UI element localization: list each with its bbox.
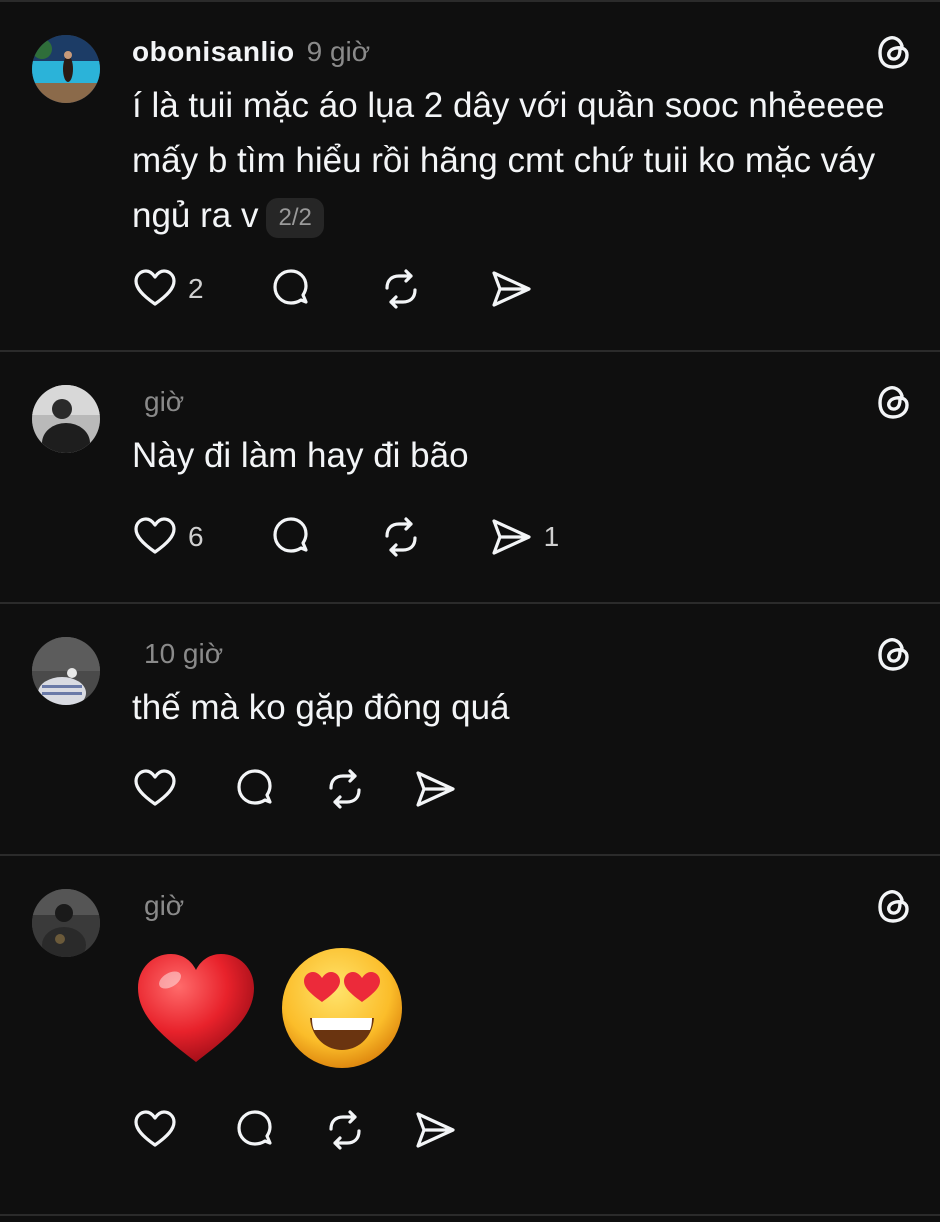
- comment-feed: obonisanlio 9 giờ í là tuii mặc áo lụa 2…: [0, 0, 940, 1222]
- avatar[interactable]: [32, 889, 100, 957]
- heart-eyes-emoji: [282, 948, 402, 1068]
- threads-logo-icon[interactable]: [872, 632, 916, 676]
- share-button[interactable]: [488, 265, 544, 313]
- heart-icon: [134, 769, 176, 806]
- comment-bubble-icon: [272, 517, 308, 553]
- action-bar: [132, 1106, 916, 1154]
- repost-button[interactable]: [378, 513, 424, 561]
- action-bar: 2: [132, 265, 916, 313]
- send-icon: [416, 1112, 455, 1148]
- like-button[interactable]: [132, 765, 188, 813]
- timestamp: 10 giờ: [144, 638, 224, 669]
- comment-post: 10 giờ thế mà ko gặp đông quá: [0, 604, 940, 856]
- heart-icon: [134, 1110, 176, 1147]
- post-meta: giờ: [132, 386, 916, 426]
- comment-post: giờ: [0, 856, 940, 1216]
- threads-logo-icon[interactable]: [872, 380, 916, 424]
- repost-button[interactable]: [322, 765, 368, 813]
- comment-post: obonisanlio 9 giờ í là tuii mặc áo lụa 2…: [0, 0, 940, 352]
- timestamp: 9 giờ: [306, 36, 371, 67]
- send-icon: [491, 519, 531, 555]
- reply-button[interactable]: [232, 1106, 278, 1154]
- timestamp: giờ: [144, 386, 185, 417]
- reply-button[interactable]: [268, 513, 314, 561]
- post-meta: giờ: [132, 890, 916, 930]
- comment-text: thế mà ko gặp đông quá: [132, 688, 510, 727]
- comment-bubble-icon: [272, 269, 308, 305]
- like-button[interactable]: 6: [132, 513, 204, 561]
- share-button[interactable]: [412, 765, 468, 813]
- avatar[interactable]: [32, 637, 100, 705]
- timestamp: giờ: [144, 890, 185, 921]
- comment-post: giờ Này đi làm hay đi bão 6 1: [0, 352, 940, 604]
- comment-text: í là tuii mặc áo lụa 2 dây với quần sooc…: [132, 78, 916, 243]
- share-count: 1: [543, 521, 560, 552]
- comment-bubble-icon: [237, 769, 272, 805]
- reply-button[interactable]: [268, 265, 314, 313]
- avatar[interactable]: [32, 35, 100, 103]
- threads-logo-icon[interactable]: [872, 884, 916, 928]
- red-heart-emoji: [138, 954, 254, 1062]
- like-button[interactable]: 2: [132, 265, 204, 313]
- repost-button[interactable]: [378, 265, 424, 313]
- heart-icon: [134, 517, 176, 554]
- repost-icon: [384, 269, 417, 309]
- thread-position-badge: 2/2: [266, 197, 324, 238]
- action-bar: 6 1: [132, 513, 916, 561]
- comment-bubble-icon: [237, 1110, 272, 1146]
- share-button[interactable]: 1: [488, 513, 560, 561]
- repost-icon: [329, 1110, 361, 1150]
- share-button[interactable]: [412, 1106, 468, 1154]
- comment-body: í là tuii mặc áo lụa 2 dây với quần sooc…: [132, 86, 885, 235]
- comment-text: Này đi làm hay đi bão: [132, 436, 469, 475]
- like-count: 6: [188, 521, 204, 552]
- post-meta: obonisanlio 9 giờ: [132, 36, 916, 76]
- username[interactable]: obonisanlio: [132, 36, 295, 68]
- like-count: 2: [188, 273, 204, 304]
- action-bar: [132, 765, 916, 813]
- like-button[interactable]: [132, 1106, 188, 1154]
- repost-icon: [384, 517, 417, 557]
- repost-button[interactable]: [322, 1106, 368, 1154]
- threads-logo-icon[interactable]: [872, 30, 916, 74]
- emoji-reply: [132, 944, 916, 1072]
- repost-icon: [329, 769, 361, 809]
- send-icon: [491, 271, 531, 307]
- reply-button[interactable]: [232, 765, 278, 813]
- heart-icon: [134, 269, 176, 306]
- post-meta: 10 giờ: [132, 638, 916, 678]
- send-icon: [416, 771, 455, 807]
- avatar[interactable]: [32, 385, 100, 453]
